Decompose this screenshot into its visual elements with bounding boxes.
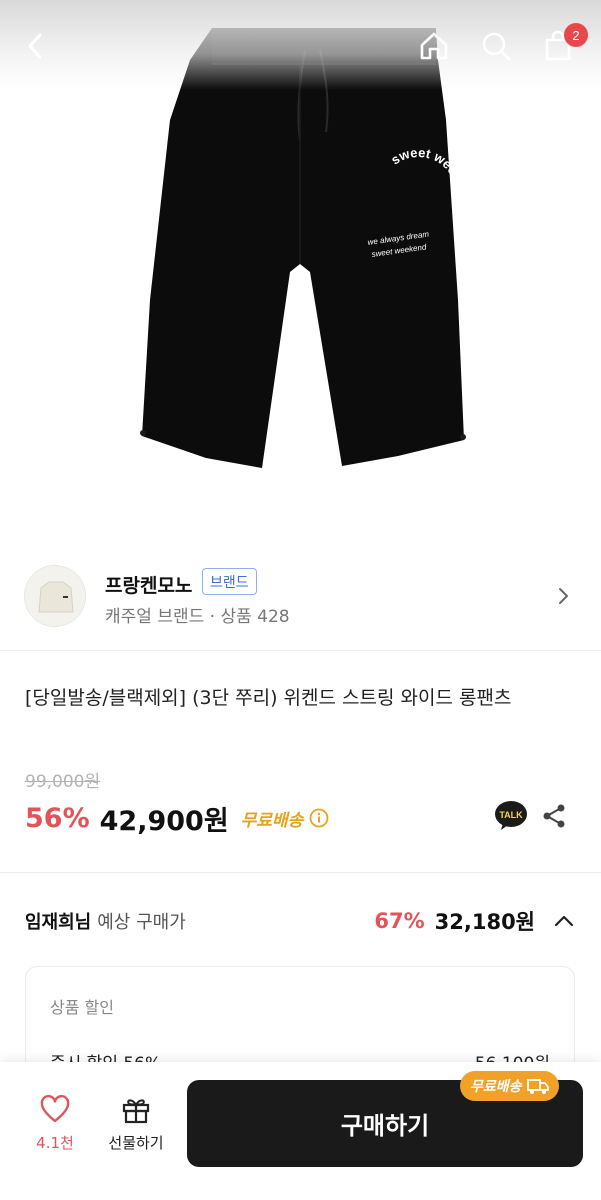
heart-icon xyxy=(40,1094,70,1123)
brand-logo-image xyxy=(25,566,85,626)
price-row: 56% 42,900원 무료배송 xyxy=(25,800,329,837)
product-title: [당일발송/블랙제외] (3단 쭈리) 위켄드 스트링 와이드 롱팬츠 xyxy=(25,687,512,709)
brand-avatar xyxy=(24,565,86,627)
bottom-action-bar: 4.1천 선물하기 구매하기 무료배송 xyxy=(0,1062,601,1200)
info-icon[interactable] xyxy=(309,808,329,828)
discount-box-title: 상품 할인 xyxy=(50,998,114,1017)
divider xyxy=(0,650,601,651)
like-button[interactable]: 4.1천 xyxy=(22,1094,88,1164)
search-icon xyxy=(482,32,511,61)
share-icon[interactable] xyxy=(540,802,568,830)
gift-label: 선물하기 xyxy=(108,1134,164,1152)
free-shipping-badge-label: 무료배송 xyxy=(470,1079,522,1095)
chevron-up-icon[interactable] xyxy=(553,910,575,932)
brand-meta: 캐주얼 브랜드 · 상품 428 xyxy=(105,607,290,627)
gift-button[interactable]: 선물하기 xyxy=(100,1094,172,1164)
chevron-left-icon xyxy=(28,33,42,59)
product-image[interactable]: sweet weekend we always dream sweet week… xyxy=(0,0,601,545)
delivery-truck-icon xyxy=(526,1079,549,1094)
like-count: 4.1천 xyxy=(36,1134,74,1152)
sale-price: 42,900원 xyxy=(99,805,229,837)
expected-price-row[interactable]: 임재희님 예상 구매가 67% 32,180원 xyxy=(25,905,575,937)
home-button[interactable] xyxy=(412,24,456,68)
back-button[interactable] xyxy=(14,24,58,68)
user-name: 임재희님 xyxy=(25,912,92,933)
svg-text:TALK: TALK xyxy=(499,810,523,820)
divider xyxy=(0,872,601,873)
brand-tag: 브랜드 xyxy=(202,568,257,595)
cart-count-badge: 2 xyxy=(564,23,588,47)
discount-rate: 56% xyxy=(25,802,90,834)
gift-icon xyxy=(122,1099,150,1124)
original-price: 99,000원 xyxy=(25,772,101,792)
expected-price-label: 예상 구매가 xyxy=(97,912,186,933)
brand-row[interactable]: 프랑켄모노 브랜드 캐주얼 브랜드 · 상품 428 xyxy=(0,545,601,650)
brand-name[interactable]: 프랑켄모노 xyxy=(105,571,192,598)
expected-discount-rate: 67% xyxy=(374,909,425,933)
chevron-right-icon[interactable] xyxy=(552,585,574,607)
free-shipping-badge: 무료배송 xyxy=(460,1071,559,1101)
kakao-talk-share-icon[interactable]: TALK xyxy=(494,800,528,832)
home-icon xyxy=(420,32,448,60)
free-shipping-label: 무료배송 xyxy=(240,810,304,831)
expected-price: 32,180원 xyxy=(434,910,535,934)
search-button[interactable] xyxy=(474,24,518,68)
